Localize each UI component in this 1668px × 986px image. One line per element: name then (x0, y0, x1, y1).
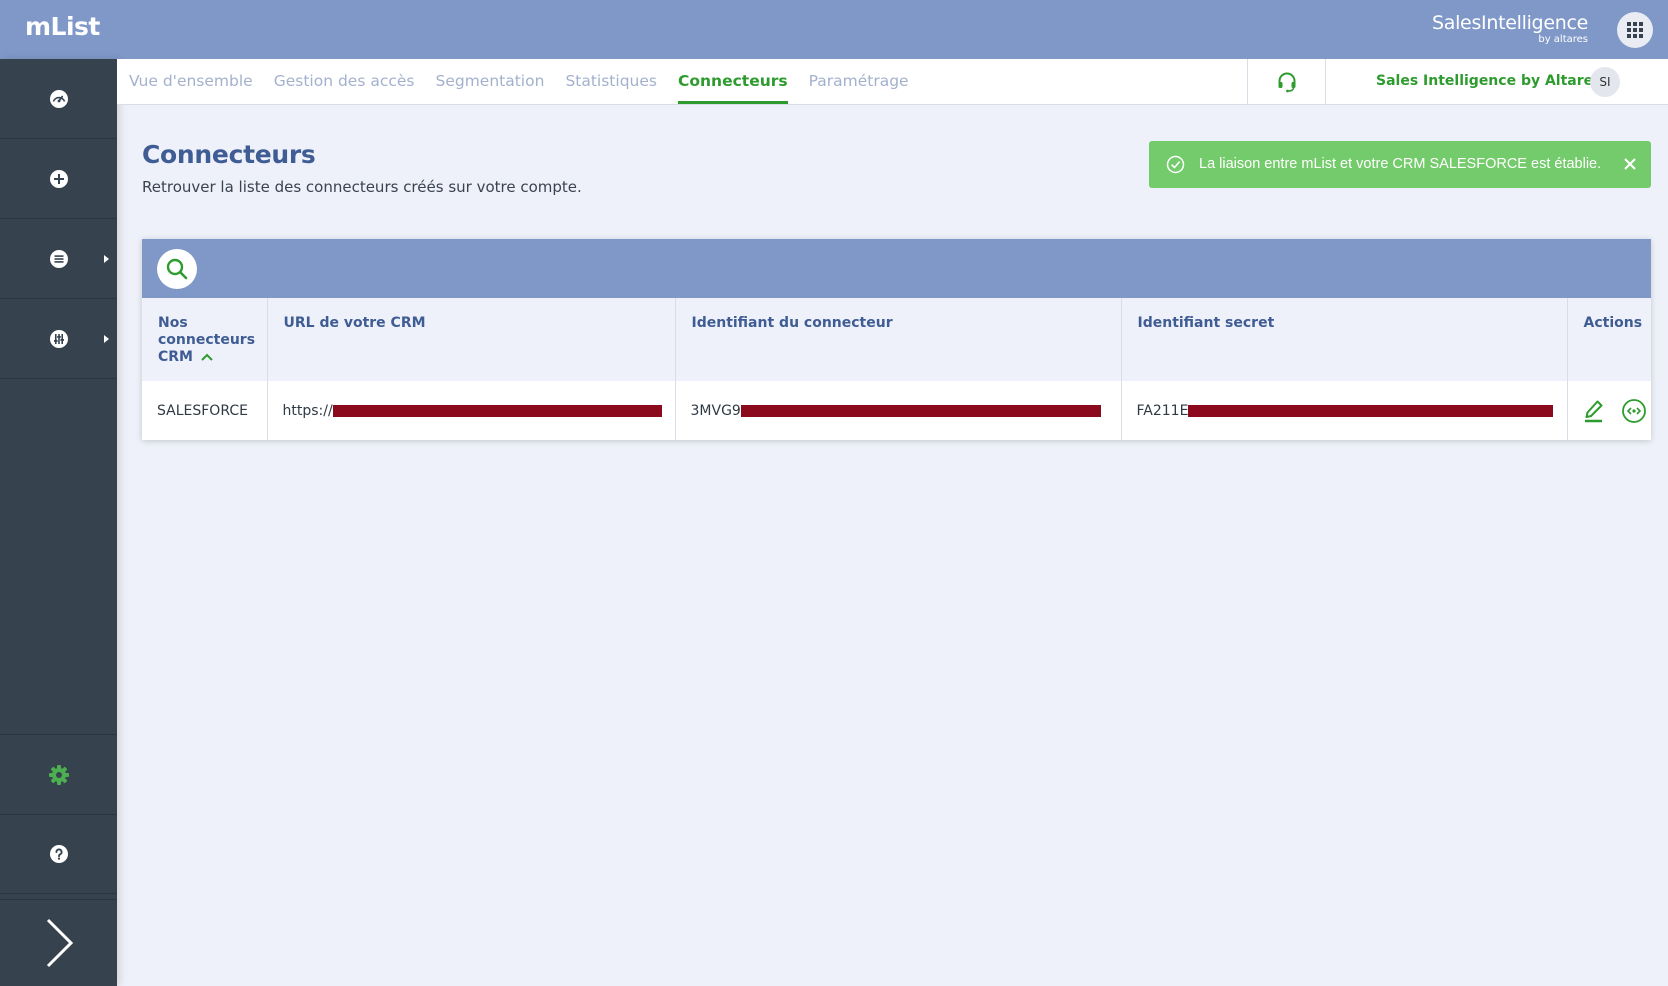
top-bar: mList SalesIntelligence by altares (0, 0, 1668, 59)
nav-bar: Vue d'ensemble Gestion des accès Segment… (117, 59, 1668, 105)
chevron-right-icon (46, 918, 73, 968)
close-icon[interactable] (1623, 157, 1637, 171)
brand-name: SalesIntelligence (1431, 12, 1588, 34)
check-circle-icon (1166, 155, 1185, 174)
sidebar-expand-button[interactable] (0, 899, 117, 986)
search-button[interactable] (157, 249, 197, 289)
redaction-bar (740, 404, 1101, 417)
list-icon (49, 249, 68, 268)
column-header-connector-id: Identifiant du connecteur (675, 298, 1122, 381)
column-header-secret: Identifiant secret (1121, 298, 1568, 381)
cell-crm: SALESFORCE (142, 381, 268, 440)
gear-icon (48, 764, 69, 785)
success-toast: La liaison entre mList et votre CRM SALE… (1149, 141, 1651, 188)
tab-gestion-acces[interactable]: Gestion des accès (274, 59, 415, 104)
page-subtitle: Retrouver la liste des connecteurs créés… (142, 178, 582, 196)
page-title: Connecteurs (142, 140, 316, 169)
app-title[interactable]: mList (25, 12, 100, 41)
connectors-table: Nos connecteurs CRM URL de votre CRM Ide… (142, 298, 1651, 440)
cell-actions (1567, 381, 1651, 440)
redaction-bar (1188, 404, 1554, 417)
redaction-bar (332, 404, 662, 417)
nav-tabs: Vue d'ensemble Gestion des accès Segment… (129, 59, 930, 104)
apps-grid-icon (1627, 22, 1643, 38)
sliders-icon (49, 329, 68, 348)
submenu-caret-icon (104, 334, 109, 343)
column-header-crm[interactable]: Nos connecteurs CRM (142, 298, 268, 381)
table-row: SALESFORCE https:// 3MVG9 FA211E (142, 381, 1651, 440)
brand-subtitle: by altares (1538, 34, 1588, 45)
cell-connector-id: 3MVG9 (675, 381, 1122, 440)
tab-parametrage[interactable]: Paramétrage (809, 59, 909, 104)
sidebar-item-dashboard[interactable] (0, 59, 117, 139)
tab-connecteurs[interactable]: Connecteurs (677, 59, 788, 104)
help-icon (49, 844, 68, 863)
edit-icon[interactable] (1583, 399, 1605, 423)
headset-icon (1278, 72, 1295, 92)
tab-segmentation[interactable]: Segmentation (435, 59, 544, 104)
tab-statistiques[interactable]: Statistiques (565, 59, 657, 104)
toast-message: La liaison entre mList et votre CRM SALE… (1199, 156, 1602, 172)
column-header-url: URL de votre CRM (267, 298, 676, 381)
sort-ascending-icon[interactable] (201, 353, 213, 361)
plus-circle-icon (49, 169, 68, 188)
support-button[interactable] (1247, 59, 1326, 104)
url-prefix: https:// (282, 402, 333, 419)
avatar[interactable]: SI (1590, 67, 1620, 97)
brand-logo: SalesIntelligence by altares (1432, 12, 1588, 46)
secret-prefix: FA211E (1136, 402, 1189, 419)
search-icon (166, 258, 188, 280)
sidebar-item-filters[interactable] (0, 299, 117, 379)
apps-grid-button[interactable] (1617, 12, 1653, 48)
sidebar-item-lists[interactable] (0, 219, 117, 299)
sidebar (0, 59, 117, 986)
table-toolbar (142, 239, 1651, 298)
connectors-table-card: Nos connecteurs CRM URL de votre CRM Ide… (142, 239, 1651, 440)
submenu-caret-icon (104, 254, 109, 263)
cell-url: https:// (267, 381, 676, 440)
sidebar-item-settings[interactable] (0, 734, 117, 815)
sidebar-item-help[interactable] (0, 814, 117, 894)
dashboard-icon (49, 89, 68, 108)
connector-id-prefix: 3MVG9 (690, 402, 741, 419)
cell-secret: FA211E (1121, 381, 1568, 440)
sidebar-item-add[interactable] (0, 139, 117, 219)
column-header-actions: Actions (1567, 298, 1651, 381)
account-name[interactable]: Sales Intelligence by Altares (1376, 59, 1601, 104)
test-connection-icon[interactable] (1621, 398, 1647, 424)
table-header-row: Nos connecteurs CRM URL de votre CRM Ide… (142, 298, 1651, 381)
tab-vue-ensemble[interactable]: Vue d'ensemble (129, 59, 253, 104)
